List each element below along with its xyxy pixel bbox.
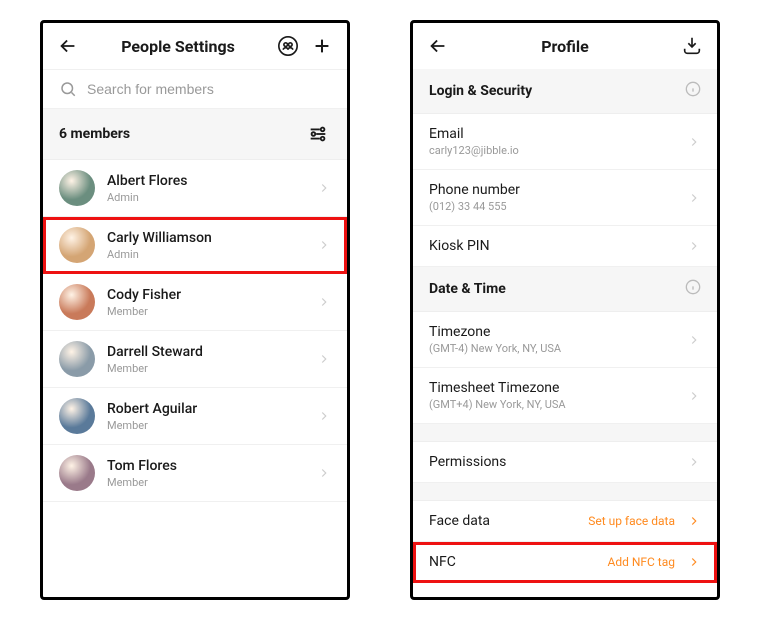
member-role: Member bbox=[107, 305, 305, 318]
phone-label: Phone number bbox=[429, 182, 675, 198]
section-gap bbox=[413, 483, 717, 501]
chevron-right-icon bbox=[317, 181, 331, 195]
member-row[interactable]: Darrell Steward Member bbox=[43, 331, 347, 388]
arrow-left-icon bbox=[57, 35, 79, 57]
member-role: Admin bbox=[107, 248, 305, 261]
add-button[interactable] bbox=[309, 33, 335, 59]
member-row[interactable]: Albert Flores Admin bbox=[43, 160, 347, 217]
chevron-right-icon bbox=[317, 466, 331, 480]
member-name: Robert Aguilar bbox=[107, 401, 305, 417]
kiosk-pin-label: Kiosk PIN bbox=[429, 238, 675, 254]
people-group-icon bbox=[277, 35, 299, 57]
chevron-right-icon bbox=[687, 191, 701, 205]
chevron-right-icon bbox=[317, 238, 331, 252]
email-label: Email bbox=[429, 126, 675, 142]
member-role: Member bbox=[107, 419, 305, 432]
back-button[interactable] bbox=[425, 33, 451, 59]
section-gap bbox=[413, 424, 717, 442]
section-label: Login & Security bbox=[429, 83, 532, 99]
arrow-left-icon bbox=[427, 35, 449, 57]
timesheet-tz-label: Timesheet Timezone bbox=[429, 380, 675, 396]
page-title: Profile bbox=[459, 37, 671, 56]
chevron-right-icon bbox=[317, 295, 331, 309]
members-count-label: 6 members bbox=[59, 126, 130, 142]
member-name: Tom Flores bbox=[107, 458, 305, 474]
face-data-label: Face data bbox=[429, 513, 576, 529]
header: People Settings bbox=[43, 23, 347, 69]
permissions-label: Permissions bbox=[429, 454, 675, 470]
member-name: Carly Williamson bbox=[107, 230, 305, 246]
people-settings-screen: People Settings 6 members Albert FloresA… bbox=[40, 20, 350, 600]
member-row[interactable]: Carly Williamson Admin bbox=[43, 217, 347, 274]
login-security-section: Login & Security bbox=[413, 69, 717, 114]
nfc-label: NFC bbox=[429, 554, 595, 570]
avatar bbox=[59, 398, 95, 434]
info-icon[interactable] bbox=[685, 81, 701, 101]
member-role: Admin bbox=[107, 191, 305, 204]
timezone-value: (GMT-4) New York, NY, USA bbox=[429, 342, 675, 355]
email-value: carly123@jibble.io bbox=[429, 144, 675, 157]
filter-button[interactable] bbox=[305, 121, 331, 147]
chevron-right-icon bbox=[687, 239, 701, 253]
member-list: Albert FloresAdminCarly WilliamsonAdminC… bbox=[43, 160, 347, 502]
face-data-row[interactable]: Face data Set up face data bbox=[413, 501, 717, 542]
search-row[interactable] bbox=[43, 69, 347, 109]
chevron-right-icon bbox=[687, 455, 701, 469]
member-name: Darrell Steward bbox=[107, 344, 305, 360]
member-role: Member bbox=[107, 476, 305, 489]
section-label: Date & Time bbox=[429, 281, 506, 297]
email-row[interactable]: Email carly123@jibble.io bbox=[413, 114, 717, 170]
timesheet-tz-value: (GMT+4) New York, NY, USA bbox=[429, 398, 675, 411]
timezone-row[interactable]: Timezone (GMT-4) New York, NY, USA bbox=[413, 312, 717, 368]
sliders-icon bbox=[307, 123, 329, 145]
chevron-right-icon bbox=[317, 409, 331, 423]
member-role: Member bbox=[107, 362, 305, 375]
chevron-right-icon bbox=[687, 389, 701, 403]
avatar bbox=[59, 227, 95, 263]
avatar bbox=[59, 170, 95, 206]
avatar bbox=[59, 455, 95, 491]
group-button[interactable] bbox=[275, 33, 301, 59]
permissions-row[interactable]: Permissions bbox=[413, 442, 717, 483]
header: Profile bbox=[413, 23, 717, 69]
chevron-right-icon bbox=[687, 514, 701, 528]
chevron-right-icon bbox=[687, 135, 701, 149]
member-row[interactable]: Robert Aguilar Member bbox=[43, 388, 347, 445]
export-button[interactable] bbox=[679, 33, 705, 59]
search-input[interactable] bbox=[87, 81, 331, 97]
profile-screen: Profile Login & Security Email carly123@… bbox=[410, 20, 720, 600]
timezone-label: Timezone bbox=[429, 324, 675, 340]
avatar bbox=[59, 341, 95, 377]
search-icon bbox=[59, 80, 77, 98]
page-title: People Settings bbox=[89, 37, 267, 56]
plus-icon bbox=[311, 35, 333, 57]
phone-row[interactable]: Phone number (012) 33 44 555 bbox=[413, 170, 717, 226]
timesheet-timezone-row[interactable]: Timesheet Timezone (GMT+4) New York, NY,… bbox=[413, 368, 717, 424]
chevron-right-icon bbox=[317, 352, 331, 366]
date-time-section: Date & Time bbox=[413, 267, 717, 312]
back-button[interactable] bbox=[55, 33, 81, 59]
chevron-right-icon bbox=[687, 333, 701, 347]
members-count-band: 6 members bbox=[43, 109, 347, 160]
member-name: Cody Fisher bbox=[107, 287, 305, 303]
nfc-action[interactable]: Add NFC tag bbox=[607, 555, 675, 569]
chevron-right-icon bbox=[687, 555, 701, 569]
nfc-row[interactable]: NFC Add NFC tag bbox=[413, 542, 717, 583]
download-tray-icon bbox=[681, 35, 703, 57]
kiosk-pin-row[interactable]: Kiosk PIN bbox=[413, 226, 717, 267]
member-row[interactable]: Cody Fisher Member bbox=[43, 274, 347, 331]
avatar bbox=[59, 284, 95, 320]
member-name: Albert Flores bbox=[107, 173, 305, 189]
member-row[interactable]: Tom Flores Member bbox=[43, 445, 347, 502]
info-icon[interactable] bbox=[685, 279, 701, 299]
phone-value: (012) 33 44 555 bbox=[429, 200, 675, 213]
face-data-action[interactable]: Set up face data bbox=[588, 514, 675, 528]
